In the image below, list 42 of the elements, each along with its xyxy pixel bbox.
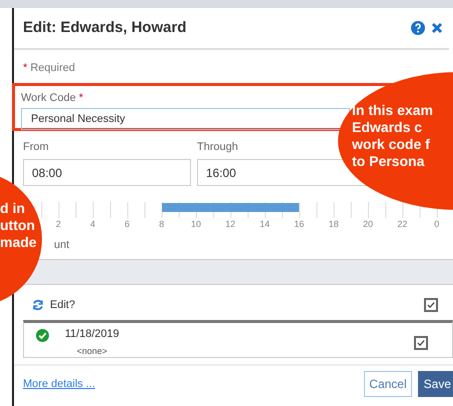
field-label: Work Code * (21, 90, 84, 106)
tick-label: 16 (293, 218, 306, 231)
callout-text: In this exam (352, 102, 433, 119)
entry-date: 11/18/2019 (64, 327, 120, 342)
checkbox[interactable] (424, 298, 438, 312)
tick-label: 22 (396, 218, 408, 231)
save-button[interactable]: Save (418, 371, 453, 397)
callout-text: work code f (352, 136, 430, 153)
tick-label: 6 (124, 218, 131, 231)
tick-label: 14 (258, 218, 271, 231)
entry-note: <none> (76, 344, 108, 358)
callout-text: d in (0, 200, 25, 217)
callout-text: utton (0, 217, 35, 234)
field-label: From (23, 140, 49, 154)
tick-label: 10 (190, 218, 202, 231)
field-label: unt (54, 239, 70, 251)
tick-label: 4 (89, 218, 96, 231)
entry-row[interactable]: 11/18/2019 <none> (23, 320, 453, 358)
edit-label: Edit? (50, 298, 76, 313)
tick-label: 0 (433, 218, 440, 231)
tick-label: 2 (54, 218, 62, 231)
help-icon[interactable] (411, 21, 425, 35)
time-field[interactable]: 08:00 (23, 159, 191, 186)
refresh-icon[interactable] (32, 299, 44, 311)
tick-label: 12 (224, 218, 236, 231)
check-circle-icon (36, 329, 49, 342)
close-icon[interactable] (431, 22, 443, 34)
required-note: * Required (22, 61, 76, 76)
callout-text: made (0, 234, 37, 251)
checkbox[interactable] (414, 336, 428, 350)
dialog-title: Edit: Edwards, Howard (23, 18, 186, 38)
field-label: Through (197, 140, 238, 154)
cancel-button[interactable]: Cancel (364, 371, 412, 397)
work-code-field[interactable]: Personal Necessity (21, 108, 350, 130)
tick-label: 8 (158, 218, 166, 231)
amount-field[interactable] (23, 259, 453, 285)
tick-label: 20 (362, 218, 374, 231)
checkmark-icon (426, 299, 436, 311)
callout-text: Edwards c (352, 119, 422, 136)
tick-label: 18 (328, 218, 340, 231)
more-details-link[interactable]: More details ... (23, 376, 364, 392)
checkmark-icon (416, 337, 426, 349)
